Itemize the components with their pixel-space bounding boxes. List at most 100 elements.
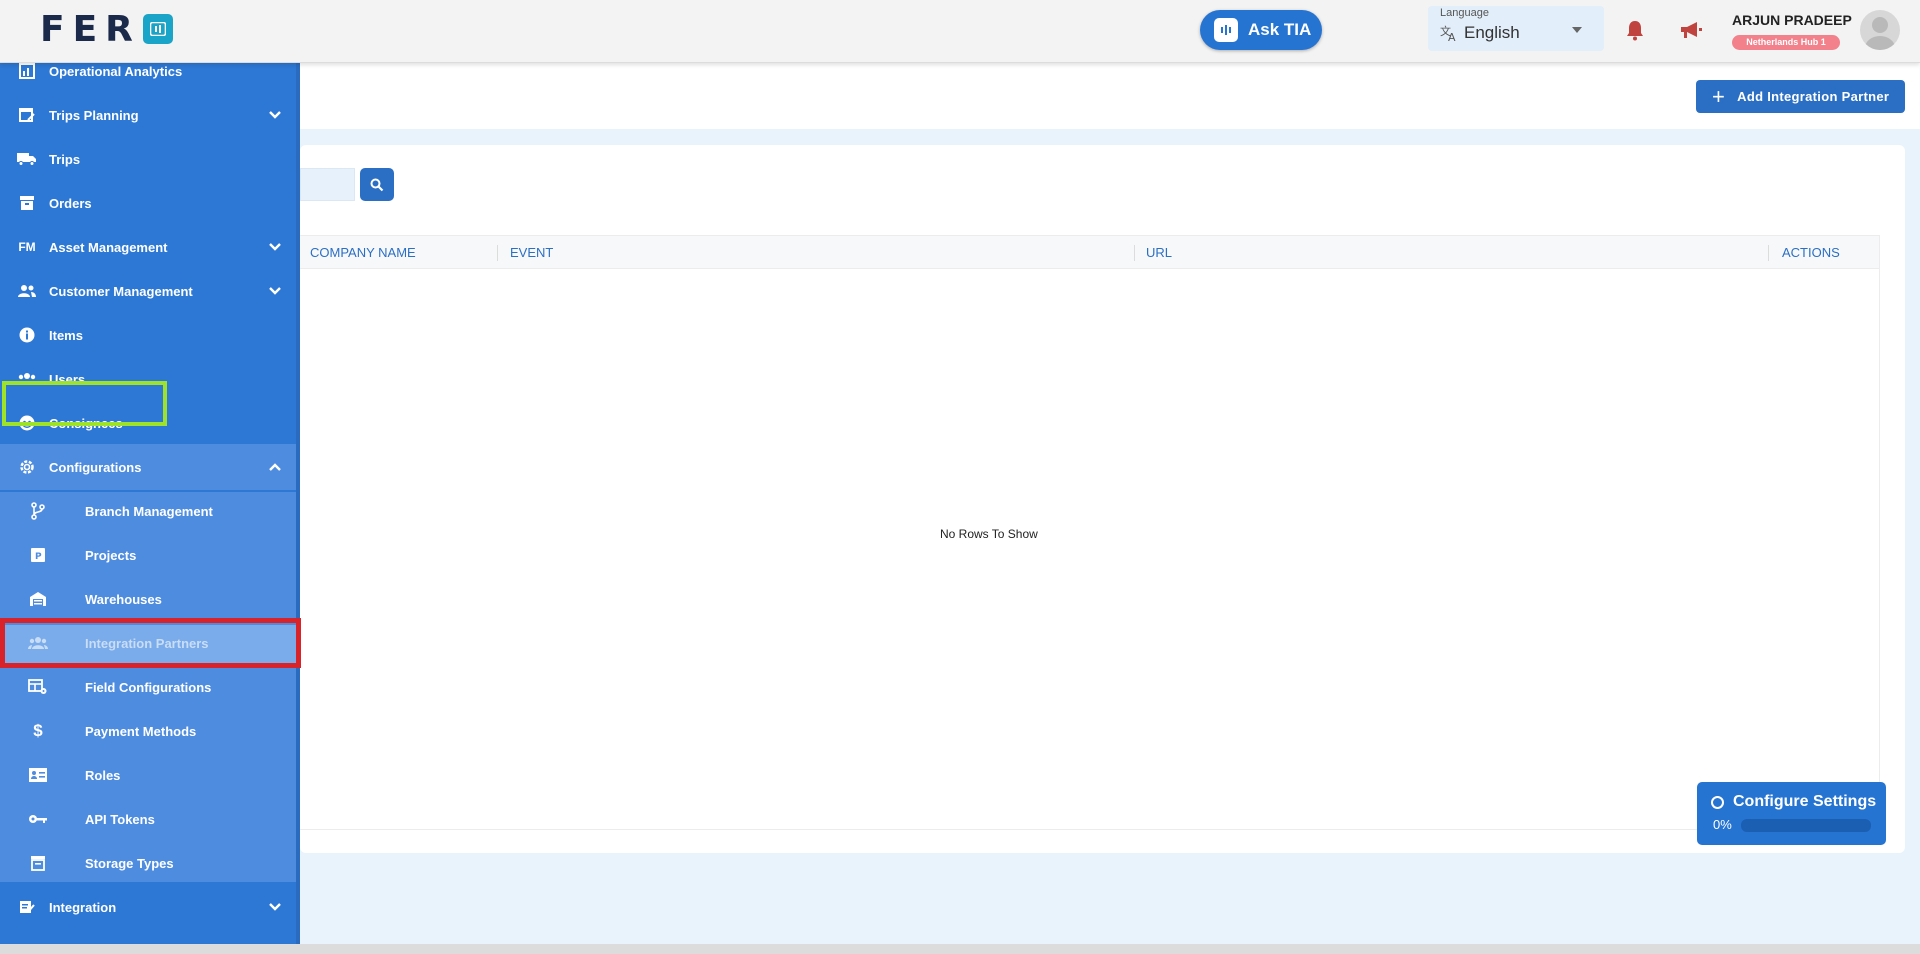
language-value: English [1464,23,1520,42]
chevron-down-icon [268,240,282,255]
analytics-icon [17,63,37,81]
chevron-up-icon [268,460,282,475]
logo-text: FER [40,8,141,50]
sidebar-subitem-label: Payment Methods [85,723,197,739]
megaphone-icon[interactable] [1679,20,1703,45]
search-input[interactable] [300,168,355,201]
sidebar-item-customer-management[interactable]: Customer Management [0,269,300,313]
chevron-down-icon [1572,27,1582,33]
people-icon [17,281,37,301]
tia-icon [1214,18,1238,42]
partners-grid: COMPANY NAME EVENT URL ACTIONS [300,235,1880,830]
sidebar-item-integration[interactable]: Integration [0,885,300,929]
sidebar-subitem-api-tokens[interactable]: API Tokens [0,797,300,841]
sidebar-item-label: Configurations [49,459,142,475]
calendar-edit-icon [17,105,37,125]
sidebar-scrollbar[interactable] [296,63,300,944]
translate-icon: 文A [1440,24,1456,42]
storage-icon [28,853,48,873]
progress-bar [1741,819,1871,832]
circle-icon [1711,795,1724,809]
dollar-icon: $ [33,721,43,740]
add-button-label: Add Integration Partner [1737,89,1890,104]
truck-icon [17,149,37,169]
language-select[interactable]: Language 文A English [1428,6,1604,51]
sidebar-item-configurations[interactable]: Configurations [0,445,300,489]
chevron-down-icon [268,108,282,123]
sidebar-subitem-field-configurations[interactable]: Field Configurations [0,665,300,709]
plus-icon: + [1712,83,1726,109]
column-separator[interactable] [497,245,498,261]
sidebar-subitem-warehouses[interactable]: Warehouses [0,577,300,621]
branch-icon [28,501,48,521]
column-separator[interactable] [1134,245,1135,261]
sidebar-item-label: Integration [49,899,117,915]
sidebar-subitem-storage-types[interactable]: Storage Types [0,841,300,885]
chevron-down-icon [268,284,282,299]
sidebar-subitem-roles[interactable]: Roles [0,753,300,797]
fm-icon: FM [18,240,36,254]
add-integration-partner-button[interactable]: + Add Integration Partner [1696,80,1905,113]
gear-icon [17,457,37,477]
sidebar-item-asset-management[interactable]: FM Asset Management [0,225,300,269]
sidebar-subitem-payment-methods[interactable]: $ Payment Methods [0,709,300,753]
bottom-strip [0,944,1920,954]
search-button[interactable] [360,168,394,201]
sidebar-item-label: Trips [49,151,81,167]
sidebar-item-label: Asset Management [49,239,168,255]
sidebar-subitem-label: Storage Types [85,855,174,871]
search-icon [370,178,384,191]
no-rows-message: No Rows To Show [940,527,1038,541]
bell-icon[interactable] [1625,19,1645,46]
logo-o-icon [142,14,173,44]
fero-logo[interactable]: FER [40,9,173,50]
column-separator[interactable] [1768,245,1769,261]
sidebar-subitem-label: Warehouses [85,591,162,607]
sidebar-item-label: Items [49,327,83,343]
sidebar: Operational Analytics Trips Planning Tri… [0,63,300,944]
ask-tia-button[interactable]: Ask TIA [1200,10,1322,50]
column-header-company-name[interactable]: COMPANY NAME [300,236,416,269]
avatar[interactable] [1860,10,1900,50]
column-header-actions[interactable]: ACTIONS [1772,236,1840,269]
user-name: ARJUN PRADEEP [1732,12,1852,28]
configure-settings-title: Configure Settings [1733,793,1877,810]
sidebar-item-label: Operational Analytics [49,63,183,79]
table-settings-icon [28,677,48,697]
sidebar-item-label: Orders [49,195,92,211]
sidebar-item-label: Customer Management [49,283,193,299]
grid-header: COMPANY NAME EVENT URL ACTIONS [300,236,1879,269]
edit-note-icon [17,897,37,917]
progress-percent: 0% [1713,817,1732,832]
top-bar: FER Ask TIA Language 文A English ARJUN PR… [0,0,1920,63]
sidebar-subitem-branch-management[interactable]: Branch Management [0,489,300,533]
configurations-highlight-box [2,381,167,426]
id-card-icon [28,765,48,785]
sidebar-item-items[interactable]: Items [0,313,300,357]
sidebar-subitem-projects[interactable]: P Projects [0,533,300,577]
warehouse-icon [28,589,48,609]
hub-badge: Netherlands Hub 1 [1732,35,1840,50]
sidebar-item-trips-planning[interactable]: Trips Planning [0,93,300,137]
sidebar-item-label: Trips Planning [49,107,139,123]
svg-text:A: A [1448,31,1456,42]
column-header-event[interactable]: EVENT [500,236,553,269]
sidebar-subitem-label: Field Configurations [85,679,212,695]
language-label: Language [1440,7,1489,19]
configure-settings-panel[interactable]: Configure Settings 0% [1697,782,1886,845]
language-value-wrap: 文A English [1440,23,1520,43]
chevron-down-icon [268,900,282,915]
svg-text:P: P [35,552,42,562]
sidebar-subitem-label: Roles [85,767,121,783]
page-header [300,63,1920,129]
sidebar-item-orders[interactable]: Orders [0,181,300,225]
projects-icon: P [28,545,48,565]
ask-tia-label: Ask TIA [1248,20,1312,39]
sidebar-item-trips[interactable]: Trips [0,137,300,181]
sidebar-item-operational-analytics[interactable]: Operational Analytics [0,63,300,93]
configure-settings-title-wrap: Configure Settings [1711,793,1876,811]
column-header-url[interactable]: URL [1136,236,1172,269]
sidebar-subitem-label: API Tokens [85,811,155,827]
sidebar-subitem-label: Projects [85,547,137,563]
info-icon [17,325,37,345]
